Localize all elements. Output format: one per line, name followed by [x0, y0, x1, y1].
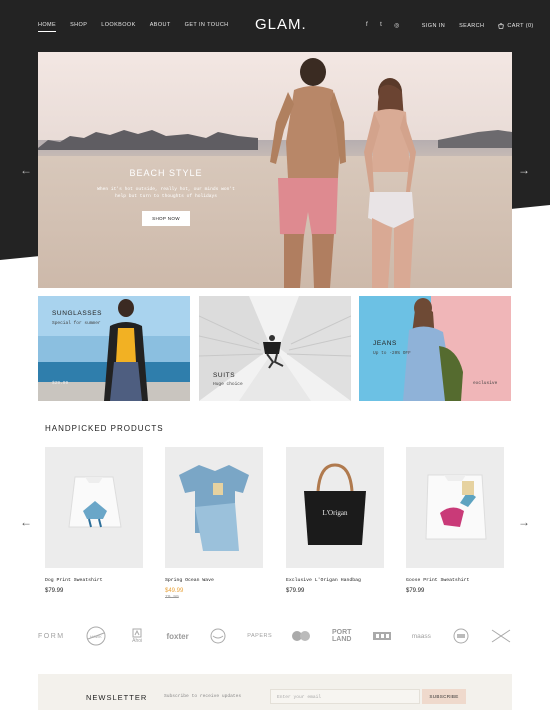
hero-caption: BEACH STYLE When it's hot outside, reall… — [96, 168, 236, 226]
badge-logo-icon — [453, 628, 469, 644]
product-image[interactable] — [165, 447, 263, 568]
shop-now-button[interactable]: SHOP NOW — [142, 210, 190, 226]
product-name[interactable]: Dog Print Sweatshirt — [45, 578, 143, 583]
site-header: HOME SHOP LOOKBOOK ABOUT GET IN TOUCH GL… — [0, 0, 550, 52]
brand-shape-logo[interactable] — [291, 630, 311, 642]
category-title: JEANS — [373, 340, 397, 347]
hero-banner: BEACH STYLE When it's hot outside, reall… — [38, 52, 512, 288]
social-links: f t ◎ — [366, 22, 400, 29]
subscribe-button[interactable]: SUBSCRIBE — [422, 689, 466, 704]
product-card[interactable]: L'Origan Exclusive L'Origan Handbag $79.… — [286, 447, 384, 594]
product-price: $79.99 — [45, 588, 64, 594]
product-card[interactable]: Goose Print Sweatshirt $79.99 — [406, 447, 504, 594]
hawk-logo-icon: HAWK — [86, 626, 106, 646]
brand-circle-logo[interactable] — [208, 628, 228, 644]
category-title: SUNGLASSES — [52, 310, 103, 317]
cart-icon — [498, 22, 505, 29]
product-old-price: 79.99 — [165, 595, 179, 600]
sign-in-link[interactable]: SIGN IN — [422, 23, 445, 29]
main-nav: HOME SHOP LOOKBOOK ABOUT GET IN TOUCH — [38, 22, 229, 32]
nav-about[interactable]: ABOUT — [150, 22, 171, 32]
brand-foxter-logo[interactable]: foxter — [166, 632, 188, 641]
brand-cross-logo[interactable] — [490, 628, 512, 644]
brand-badge-logo[interactable] — [451, 628, 471, 644]
category-subtitle: Up to -20% OFF — [373, 351, 411, 356]
brand-papers-logo[interactable]: PAPERS — [247, 633, 272, 639]
brand-maass-logo[interactable]: maass — [411, 633, 431, 640]
brand-form-logo[interactable]: FORM — [38, 633, 65, 640]
category-suits[interactable]: SUITS Huge choice — [199, 296, 351, 401]
category-note: exclusive — [473, 381, 498, 386]
product-image[interactable] — [45, 447, 143, 568]
cross-logo-icon — [491, 629, 511, 643]
nav-shop[interactable]: SHOP — [70, 22, 87, 32]
brand-hawk-logo[interactable]: HAWK — [84, 625, 108, 647]
circle-logo-icon — [210, 628, 226, 644]
category-price: $29.99 — [52, 381, 69, 386]
hero-subtitle-line-2: help but turn to thoughts of holidays — [115, 194, 217, 200]
product-name[interactable]: Goose Print Sweatshirt — [406, 578, 504, 583]
products-next-arrow-icon[interactable]: → — [518, 515, 530, 529]
handbag-image — [304, 463, 366, 545]
cart-link[interactable]: CART (0) — [498, 23, 533, 29]
product-name[interactable]: Spring Ocean Wave — [165, 578, 263, 583]
spring-ocean-wave-image — [179, 465, 249, 551]
nav-home[interactable]: HOME — [38, 22, 57, 32]
category-subtitle: Huge choice — [213, 382, 243, 387]
product-price: $79.99 — [406, 588, 425, 594]
category-sunglasses[interactable]: SUNGLASSES Special for summer $29.99 — [38, 296, 190, 401]
account-links: SIGN IN SEARCH CART (0) — [422, 23, 534, 29]
category-subtitle: Special for summer — [52, 321, 101, 326]
hero-title: BEACH STYLE — [129, 168, 203, 178]
newsletter-email-input[interactable]: Enter your email — [270, 689, 420, 704]
twitter-icon[interactable]: t — [380, 22, 382, 29]
newsletter-section: NEWSLETTER Subscribe to receive updates … — [38, 674, 512, 710]
category-jeans[interactable]: JEANS Up to -20% OFF exclusive — [359, 296, 511, 401]
product-card[interactable]: Spring Ocean Wave $49.99 79.99 — [165, 447, 263, 600]
hero-next-arrow-icon[interactable]: → — [518, 163, 530, 177]
logo[interactable]: GLAM. — [255, 16, 307, 33]
product-sale-price: $49.99 — [165, 588, 184, 594]
facebook-icon[interactable]: f — [366, 22, 368, 29]
products-section-title: HANDPICKED PRODUCTS — [45, 424, 164, 433]
brand-dots-logo[interactable] — [372, 631, 392, 641]
brand-portland-logo[interactable]: PORT LAND — [331, 629, 353, 643]
product-card[interactable]: Dog Print Sweatshirt $79.99 — [45, 447, 143, 594]
dots-logo-icon — [373, 632, 391, 640]
nav-get-in-touch[interactable]: GET IN TOUCH — [185, 22, 229, 32]
header-right: f t ◎ SIGN IN SEARCH CART (0) — [366, 22, 534, 29]
product-price: $79.99 — [286, 588, 305, 594]
instagram-icon[interactable]: ◎ — [394, 22, 400, 29]
product-name[interactable]: Exclusive L'Origan Handbag — [286, 578, 384, 583]
page: HOME SHOP LOOKBOOK ABOUT GET IN TOUCH GL… — [0, 0, 550, 710]
brand-logos: FORM HAWK Ahoi foxter PAPERS PORT LAND m… — [38, 624, 512, 648]
shape-logo-icon — [292, 631, 311, 641]
brand-ahoi-logo[interactable]: Ahoi — [127, 628, 147, 644]
product-image[interactable] — [406, 447, 504, 568]
cart-label: CART (0) — [507, 22, 534, 29]
hawk-logo-text: HAWK — [90, 634, 102, 639]
dog-print-sweatshirt-image — [68, 476, 122, 528]
hero-prev-arrow-icon[interactable]: ← — [20, 163, 32, 177]
search-link[interactable]: SEARCH — [459, 23, 484, 29]
category-title: SUITS — [213, 372, 236, 379]
newsletter-title: NEWSLETTER — [86, 693, 148, 702]
handbag-brand-label: L'Origan — [322, 509, 348, 517]
ahoi-logo-icon — [132, 628, 142, 638]
product-image[interactable]: L'Origan — [286, 447, 384, 568]
newsletter-subtitle: Subscribe to receive updates — [164, 694, 242, 699]
ahoi-logo-text: Ahoi — [132, 638, 143, 644]
goose-print-sweatshirt-image — [425, 474, 487, 540]
products-prev-arrow-icon[interactable]: ← — [20, 515, 32, 529]
nav-lookbook[interactable]: LOOKBOOK — [101, 22, 135, 32]
hero-subtitle-line-1: When it's hot outside, really hot, our m… — [97, 187, 235, 192]
